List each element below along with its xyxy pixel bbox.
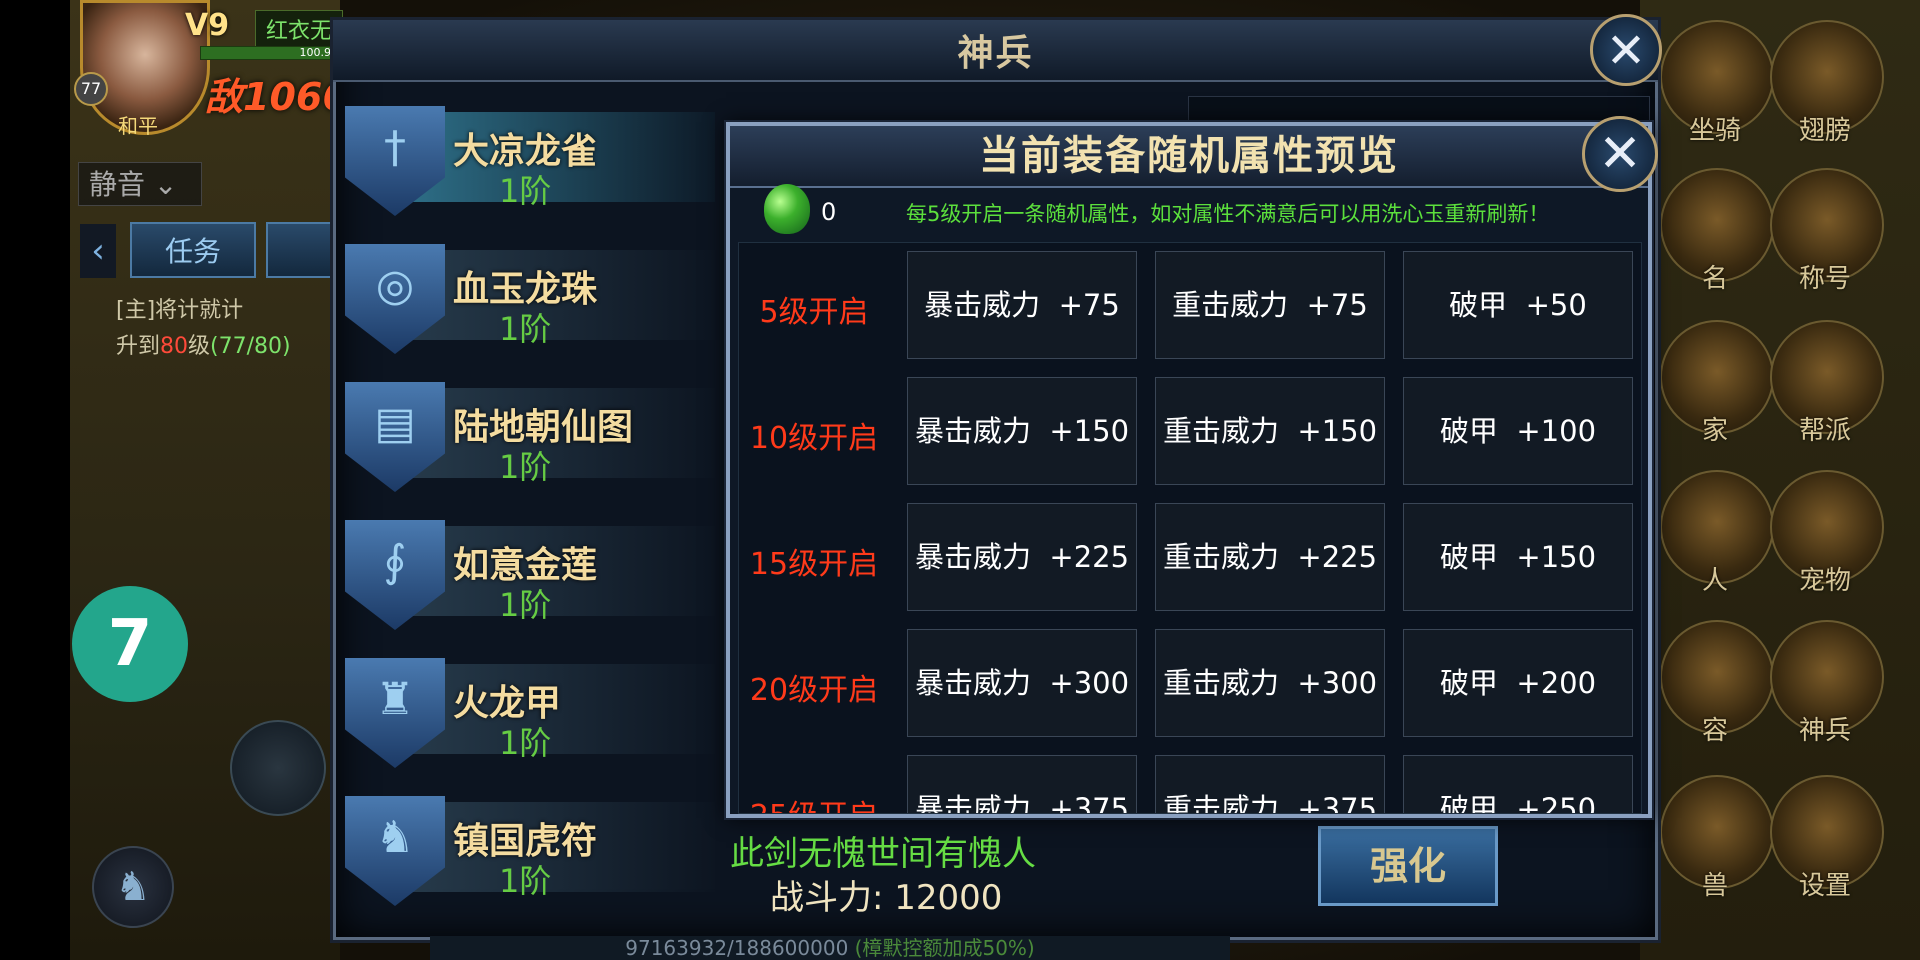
weapon-list-item[interactable]: ∮ 如意金莲 1阶	[345, 510, 725, 640]
menu-icon-label: 翅膀	[1798, 116, 1851, 146]
weapon-list-item[interactable]: ♞ 镇国虎符 1阶	[345, 786, 725, 916]
weapon-tier: 1阶	[499, 862, 552, 900]
lotus-icon: ∮	[383, 536, 407, 587]
left-hud-background	[70, 0, 340, 960]
weapon-tier: 1阶	[499, 172, 552, 210]
attribute-cell: 重击威力 +375	[1155, 755, 1385, 813]
scroll-icon: ▤	[374, 398, 416, 449]
unlock-level-label: 20级开启	[749, 673, 879, 708]
virtual-joystick[interactable]	[230, 720, 326, 816]
combat-power: 战斗力: 12000	[770, 870, 1002, 919]
tiger-tally-icon: ♞	[375, 812, 415, 863]
unlock-level-label: 15级开启	[749, 547, 879, 582]
player-hp-bar: 100.9	[200, 46, 332, 60]
menu-icon-label: 帮派	[1798, 416, 1851, 446]
quest-progress[interactable]: 升到80级(77/80)	[116, 328, 291, 360]
attribute-cell: 重击威力 +150	[1155, 377, 1385, 485]
task-label: 任务	[164, 235, 221, 268]
attribute-cell: 暴击威力 +225	[907, 503, 1137, 611]
weapon-tier: 1阶	[499, 310, 552, 348]
menu-icon-label: 设置	[1798, 871, 1851, 901]
armor-icon: ♜	[375, 674, 415, 725]
menu-icon-label: 名	[1701, 264, 1728, 294]
mount-icon[interactable]: ♞	[92, 846, 174, 928]
quest-progress-count: (77/80)	[210, 334, 291, 359]
attribute-grid[interactable]: 5级开启 暴击威力 +75 重击威力 +75 破甲 +50 10级开启 暴击威力 +150…	[738, 242, 1642, 814]
exp-bar-bonus: (樟默控额加成50%)	[854, 936, 1035, 960]
dragon-orb-icon: ◎	[375, 260, 415, 311]
attribute-cell: 破甲 +50	[1403, 251, 1633, 359]
quest-progress-mid: 级	[188, 334, 211, 359]
player-name: 红衣无	[255, 10, 344, 48]
pk-mode[interactable]: 和平	[118, 110, 158, 139]
weapon-tier: 1阶	[499, 448, 552, 486]
attribute-cell: 破甲 +200	[1403, 629, 1633, 737]
unlock-level-label: 10级开启	[749, 421, 879, 456]
weapon-list-item[interactable]: ▤ 陆地朝仙图 1阶	[345, 372, 725, 502]
weapon-list-item[interactable]: ◎ 血玉龙珠 1阶	[345, 234, 725, 364]
menu-icon-label: 容	[1701, 716, 1728, 746]
attribute-cell: 破甲 +250	[1403, 755, 1633, 813]
menu-icon-label: 称号	[1798, 264, 1851, 294]
attribute-cell: 暴击威力 +75	[907, 251, 1137, 359]
panel-title: 神兵	[957, 33, 1034, 74]
exp-bar-value: 97163932/188600000	[625, 936, 849, 960]
combat-power-value: 12000	[894, 878, 1003, 918]
attribute-cell: 暴击威力 +375	[907, 755, 1137, 813]
unlock-level-label: 25级开启	[739, 791, 889, 813]
quest-target-level: 80	[160, 334, 189, 359]
dialog-close-button[interactable]: ✕	[1582, 116, 1658, 192]
menu-icon-label: 兽	[1701, 871, 1728, 901]
menu-icon-label: 宠物	[1798, 566, 1851, 596]
unlock-level-label: 5级开启	[759, 295, 869, 330]
task-tab[interactable]: 任务	[130, 222, 256, 278]
collapse-arrow-icon[interactable]: ‹	[80, 224, 116, 278]
wash-jade-icon	[764, 184, 810, 234]
player-level: 77	[74, 72, 108, 106]
floating-7-button[interactable]: 7	[72, 586, 188, 702]
weapon-list-item[interactable]: ♜ 火龙甲 1阶	[345, 648, 725, 778]
attribute-cell: 破甲 +150	[1403, 503, 1633, 611]
menu-icon-label: 坐骑	[1688, 116, 1741, 146]
quest-title[interactable]: [主]将计就计	[116, 292, 243, 324]
attribute-cell: 破甲 +100	[1403, 377, 1633, 485]
sword-icon: †	[384, 122, 406, 173]
menu-icon-label: 家	[1701, 416, 1728, 446]
attribute-cell: 重击威力 +300	[1155, 629, 1385, 737]
attribute-cell: 暴击威力 +300	[907, 629, 1137, 737]
vip-level: V9	[185, 8, 230, 43]
attribute-cell: 重击威力 +225	[1155, 503, 1385, 611]
weapon-tier: 1阶	[499, 586, 552, 624]
strengthen-button[interactable]: 强化	[1318, 826, 1498, 906]
wash-jade-count: 0	[821, 198, 837, 226]
menu-icon-label: 神兵	[1798, 716, 1851, 746]
attribute-cell: 重击威力 +75	[1155, 251, 1385, 359]
mute-dropdown[interactable]: 静音 ⌄	[78, 162, 202, 206]
dialog-notice: 每5级开启一条随机属性，如对属性不满意后可以用洗心玉重新刷新！	[906, 202, 1550, 226]
dialog-title: 当前装备随机属性预览	[979, 132, 1399, 179]
team-tab[interactable]	[266, 222, 336, 278]
attribute-cell: 暴击威力 +150	[907, 377, 1137, 485]
exp-bar: 97163932/188600000 (樟默控额加成50%)	[430, 936, 1230, 960]
weapon-tier: 1阶	[499, 724, 552, 762]
panel-close-button[interactable]: ✕	[1590, 14, 1662, 86]
combat-power-label: 战斗力:	[770, 878, 884, 918]
quest-progress-pre: 升到	[116, 334, 161, 359]
weapon-quote: 此剑无愧世间有愧人	[730, 834, 1036, 874]
menu-icon-label: 人	[1701, 566, 1728, 596]
weapon-list-item[interactable]: † 大凉龙雀 1阶	[345, 96, 725, 226]
